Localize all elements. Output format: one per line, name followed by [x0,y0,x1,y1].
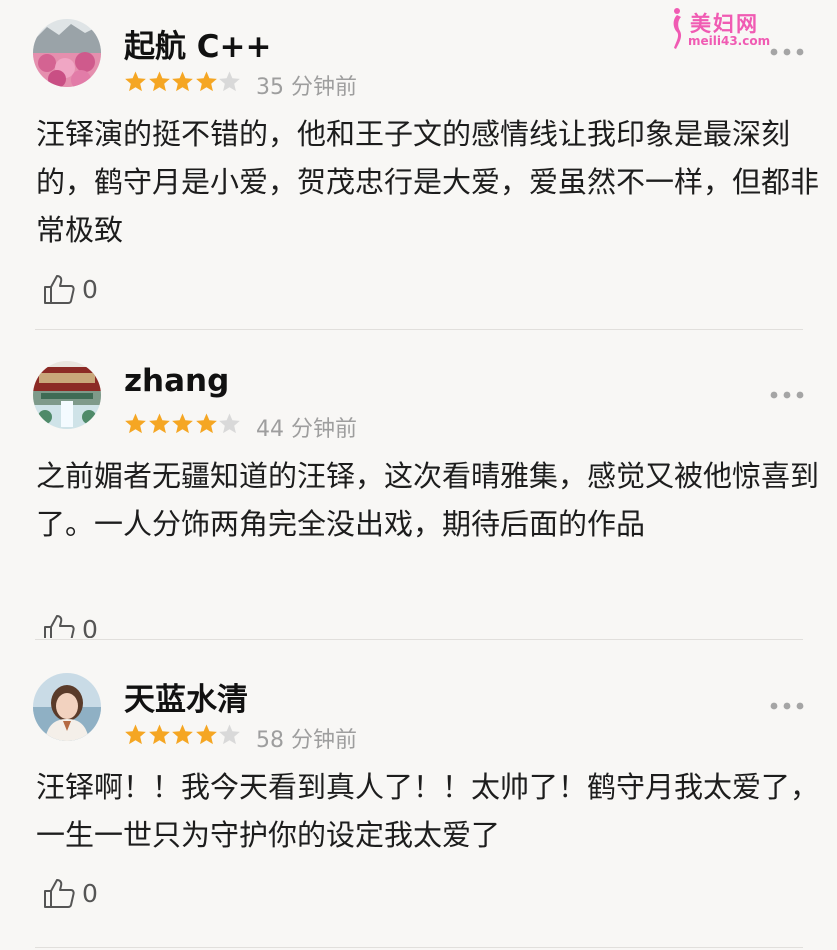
star-icon [148,724,170,745]
star-empty-icon [219,413,240,434]
thumbs-up-icon [44,275,75,304]
like-count: 0 [82,274,98,304]
star-rating [124,412,242,435]
more-dots-icon[interactable] [770,701,804,711]
star-icon [195,71,217,92]
more-dots-icon[interactable] [770,390,804,400]
comment-text: 汪铎演的挺不错的，他和王子文的感情线让我印象是最深刻的，鹤守月是小爱，贺茂忠行是… [36,117,820,247]
like-button[interactable]: 0 [42,876,98,910]
like-button[interactable]: 0 [42,272,98,306]
star-icon [172,413,193,434]
thumbs-up-icon [44,615,75,638]
star-empty-icon [219,71,240,92]
comment-text: 汪铎啊！！我今天看到真人了！！太帅了！鹤守月我太爱了，一生一世只为守护你的设定我… [36,770,820,852]
comment-item: 起航 C++ 35 分钟前 汪铎演的挺不错的，他和王子文的感情线让我印象是最深刻… [0,0,837,330]
comment-item: zhang 44 分钟前 之前媚者无疆知道的汪铎，这次看晴雅集，感觉又被他惊喜到… [0,330,837,638]
username[interactable]: 天蓝水清 [124,674,248,719]
star-empty-icon [219,724,240,745]
comment-text: 之前媚者无疆知道的汪铎，这次看晴雅集，感觉又被他惊喜到了。一人分饰两角完全没出戏… [36,459,820,541]
star-icon [125,724,146,745]
like-count: 0 [82,878,98,908]
star-rating [124,723,242,746]
username[interactable]: zhang [124,363,229,399]
star-icon [148,413,170,434]
star-icon [195,724,217,745]
divider [35,947,803,948]
more-dots-icon[interactable] [770,47,804,57]
like-button[interactable]: 0 [42,612,98,638]
star-icon [172,724,193,745]
username[interactable]: 起航 C++ [124,21,272,66]
star-icon [148,71,170,92]
comment-item: 天蓝水清 58 分钟前 汪铎啊！！我今天看到真人了！！太帅了！鹤守月我太爱了，一… [0,640,837,948]
avatar[interactable] [33,19,101,87]
avatar[interactable] [33,361,101,429]
avatar[interactable] [33,673,101,741]
comment-time: 44 分钟前 [256,417,357,442]
star-icon [125,413,146,434]
star-rating [124,70,242,93]
star-icon [125,71,146,92]
star-icon [195,413,217,434]
comment-time: 58 分钟前 [256,728,357,753]
star-icon [172,71,193,92]
thumbs-up-icon [44,879,75,908]
comment-time: 35 分钟前 [256,75,357,100]
like-count: 0 [82,614,98,639]
